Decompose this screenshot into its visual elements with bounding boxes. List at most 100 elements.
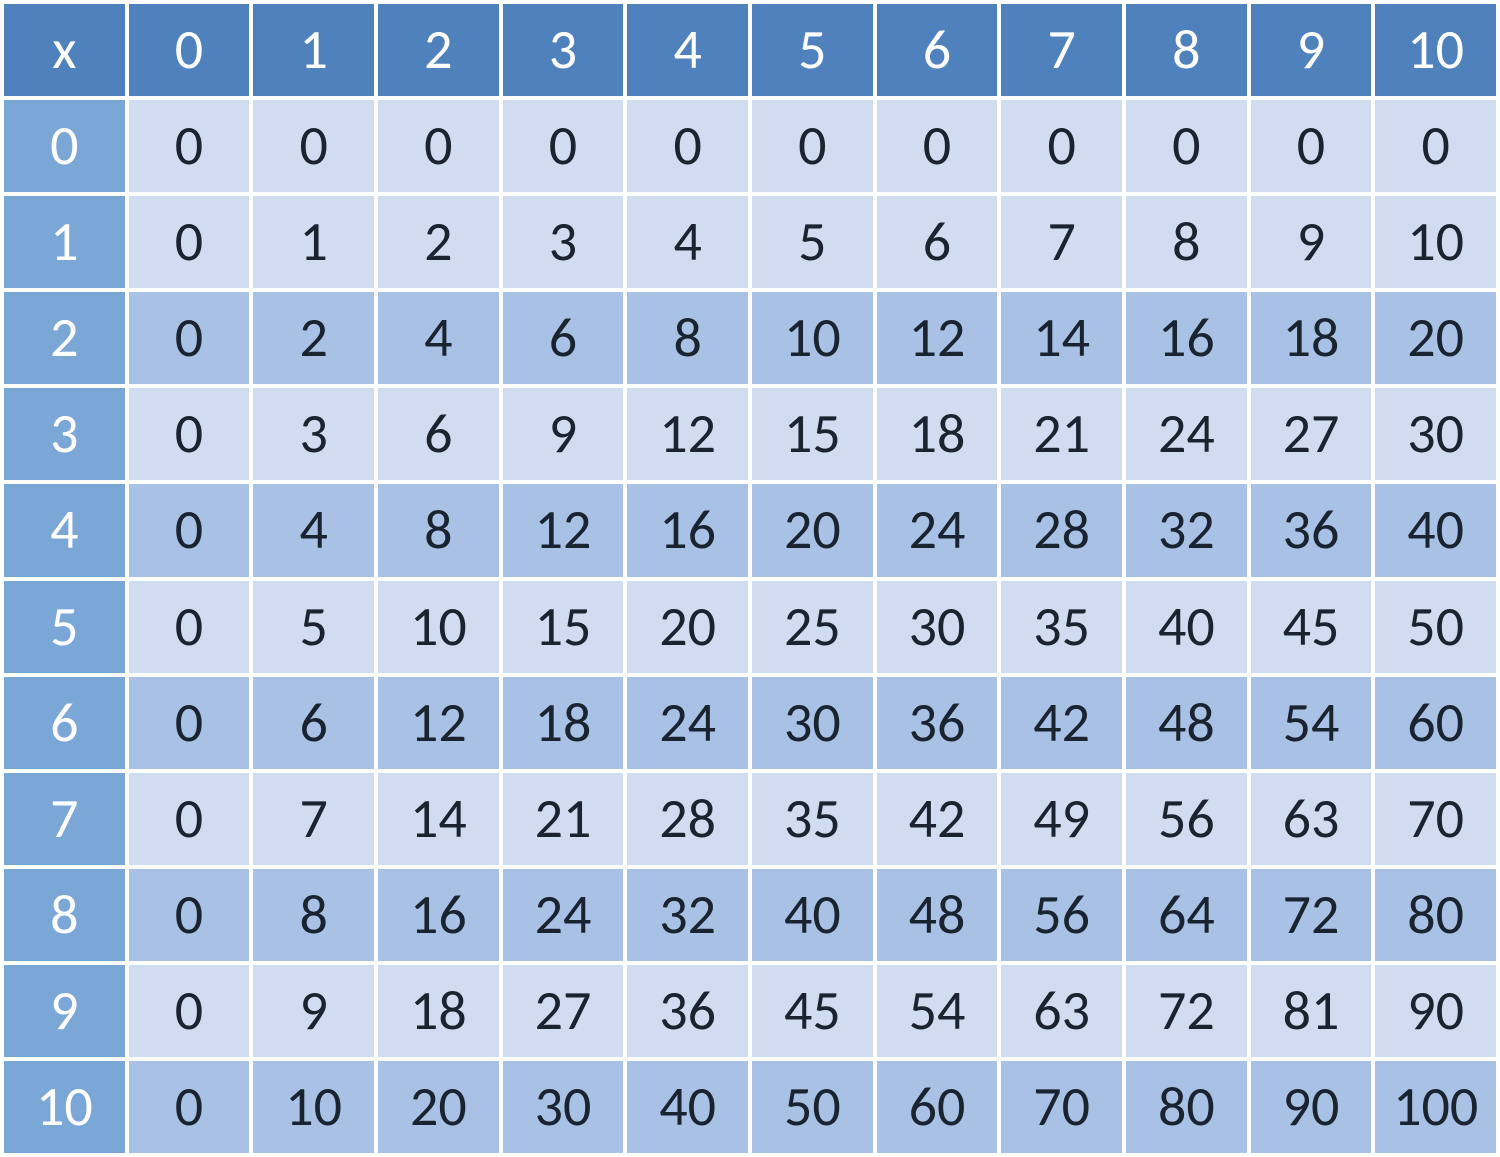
cell: 4 (251, 482, 376, 578)
cell: 1 (251, 194, 376, 290)
cell: 42 (999, 675, 1124, 771)
cell: 5 (750, 194, 875, 290)
multiplication-table: x 0 1 2 3 4 5 6 7 8 9 10 0 0 0 0 0 0 0 0… (0, 0, 1500, 1157)
row-header-2: 2 (2, 290, 127, 386)
cell: 16 (625, 482, 750, 578)
cell: 80 (1124, 1059, 1249, 1155)
cell: 8 (376, 482, 501, 578)
cell: 0 (875, 98, 1000, 194)
row-header-4: 4 (2, 482, 127, 578)
cell: 80 (1373, 867, 1498, 963)
row-header-8: 8 (2, 867, 127, 963)
cell: 9 (251, 963, 376, 1059)
cell: 2 (376, 194, 501, 290)
cell: 21 (999, 386, 1124, 482)
row-header-9: 9 (2, 963, 127, 1059)
cell: 14 (999, 290, 1124, 386)
col-header-0: 0 (127, 2, 252, 98)
cell: 60 (1373, 675, 1498, 771)
cell: 42 (875, 771, 1000, 867)
cell: 0 (750, 98, 875, 194)
cell: 64 (1124, 867, 1249, 963)
cell: 4 (625, 194, 750, 290)
cell: 40 (1373, 482, 1498, 578)
cell: 0 (127, 98, 252, 194)
row-header-5: 5 (2, 579, 127, 675)
cell: 20 (376, 1059, 501, 1155)
cell: 48 (875, 867, 1000, 963)
cell: 35 (750, 771, 875, 867)
cell: 9 (1249, 194, 1374, 290)
cell: 25 (750, 579, 875, 675)
row-header-7: 7 (2, 771, 127, 867)
cell: 10 (750, 290, 875, 386)
cell: 32 (625, 867, 750, 963)
cell: 0 (127, 963, 252, 1059)
cell: 15 (501, 579, 626, 675)
cell: 10 (376, 579, 501, 675)
cell: 48 (1124, 675, 1249, 771)
cell: 10 (1373, 194, 1498, 290)
cell: 0 (127, 771, 252, 867)
cell: 0 (127, 1059, 252, 1155)
cell: 54 (875, 963, 1000, 1059)
cell: 6 (501, 290, 626, 386)
cell: 0 (999, 98, 1124, 194)
row-header-6: 6 (2, 675, 127, 771)
cell: 50 (750, 1059, 875, 1155)
cell: 6 (875, 194, 1000, 290)
cell: 16 (376, 867, 501, 963)
col-header-1: 1 (251, 2, 376, 98)
row-header-3: 3 (2, 386, 127, 482)
cell: 0 (501, 98, 626, 194)
cell: 4 (376, 290, 501, 386)
cell: 8 (625, 290, 750, 386)
cell: 14 (376, 771, 501, 867)
cell: 50 (1373, 579, 1498, 675)
cell: 28 (999, 482, 1124, 578)
cell: 18 (501, 675, 626, 771)
cell: 72 (1249, 867, 1374, 963)
cell: 30 (501, 1059, 626, 1155)
cell: 36 (875, 675, 1000, 771)
cell: 0 (625, 98, 750, 194)
cell: 49 (999, 771, 1124, 867)
cell: 0 (127, 675, 252, 771)
col-header-9: 9 (1249, 2, 1374, 98)
cell: 8 (1124, 194, 1249, 290)
cell: 9 (501, 386, 626, 482)
cell: 70 (999, 1059, 1124, 1155)
cell: 15 (750, 386, 875, 482)
cell: 0 (1124, 98, 1249, 194)
cell: 27 (1249, 386, 1374, 482)
cell: 100 (1373, 1059, 1498, 1155)
col-header-8: 8 (1124, 2, 1249, 98)
cell: 30 (1373, 386, 1498, 482)
cell: 40 (1124, 579, 1249, 675)
cell: 20 (1373, 290, 1498, 386)
cell: 18 (376, 963, 501, 1059)
col-header-6: 6 (875, 2, 1000, 98)
cell: 40 (625, 1059, 750, 1155)
cell: 27 (501, 963, 626, 1059)
cell: 0 (127, 482, 252, 578)
cell: 0 (251, 98, 376, 194)
cell: 24 (625, 675, 750, 771)
cell: 0 (127, 867, 252, 963)
cell: 7 (999, 194, 1124, 290)
cell: 18 (875, 386, 1000, 482)
cell: 21 (501, 771, 626, 867)
cell: 56 (999, 867, 1124, 963)
cell: 0 (127, 386, 252, 482)
col-header-10: 10 (1373, 2, 1498, 98)
cell: 3 (501, 194, 626, 290)
cell: 56 (1124, 771, 1249, 867)
cell: 20 (750, 482, 875, 578)
cell: 45 (750, 963, 875, 1059)
cell: 0 (376, 98, 501, 194)
cell: 72 (1124, 963, 1249, 1059)
cell: 63 (999, 963, 1124, 1059)
cell: 12 (875, 290, 1000, 386)
cell: 6 (376, 386, 501, 482)
cell: 0 (127, 579, 252, 675)
